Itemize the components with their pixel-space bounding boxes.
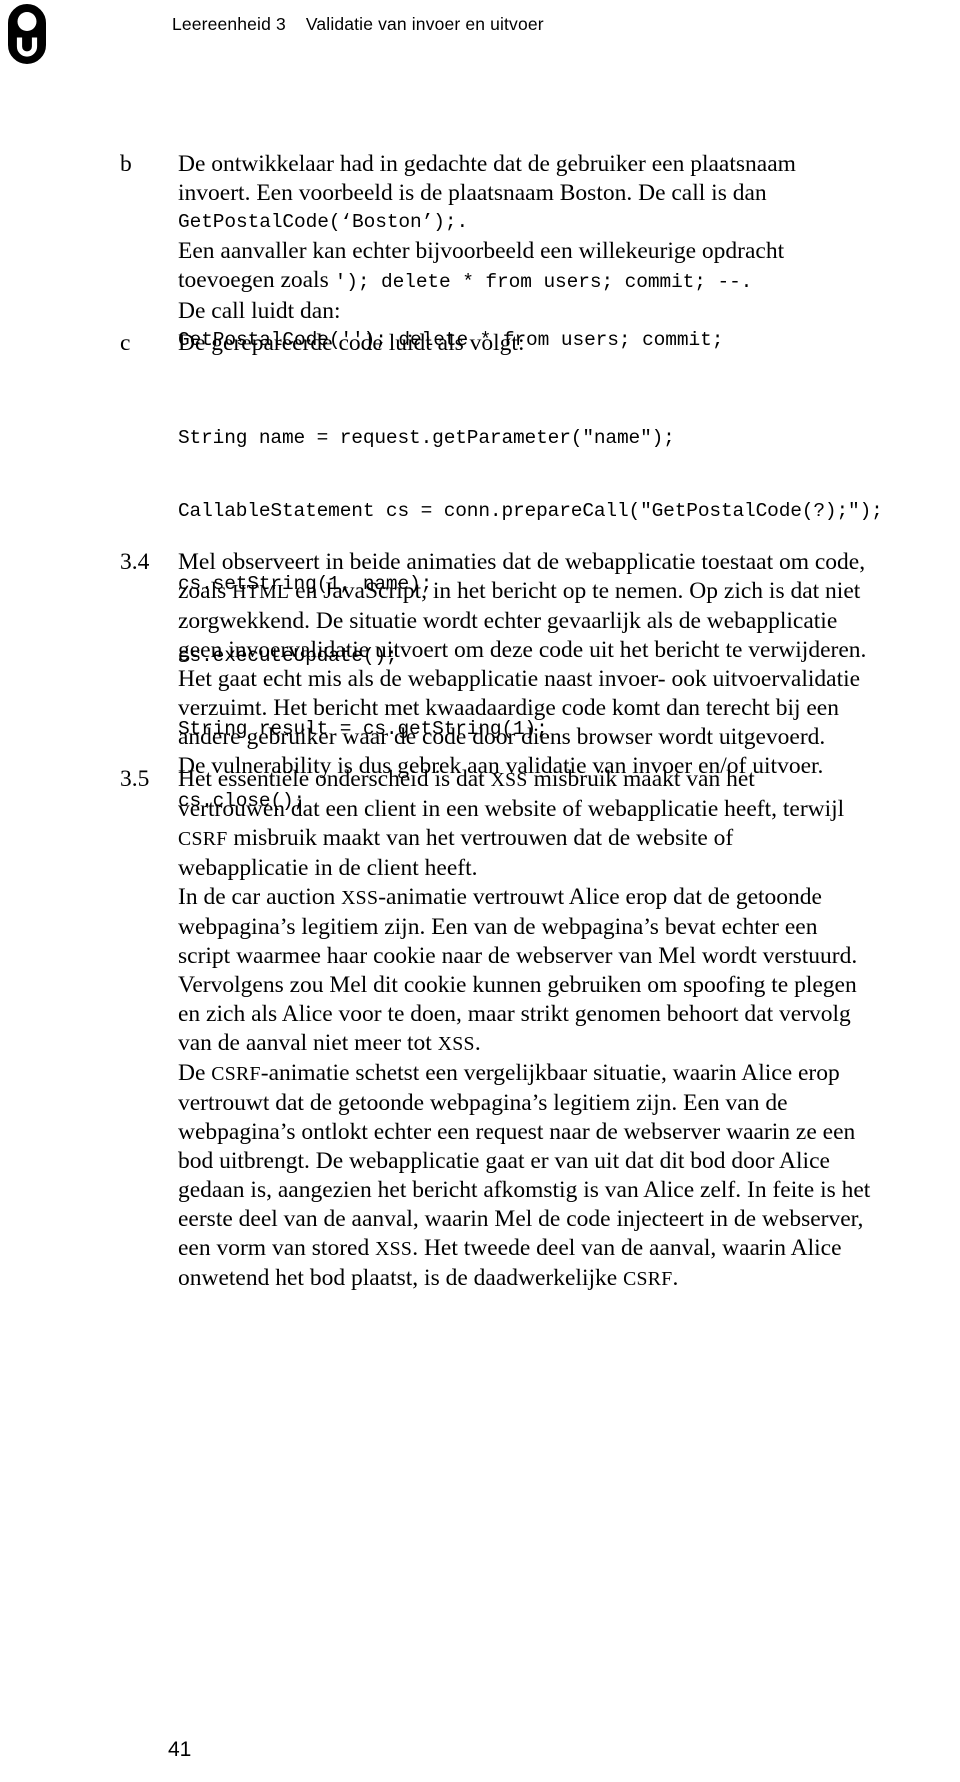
text-fragment: . xyxy=(672,1265,679,1291)
page-header: Leereenheid 3 Validatie van invoer en ui… xyxy=(0,0,960,70)
code-line: String name = request.getParameter("name… xyxy=(178,427,675,450)
text-line: webpagina’s legitiem zijn. Een van de we… xyxy=(178,914,818,940)
list-item-3-5: 3.5 Het essentiële onderscheid is dat XS… xyxy=(120,765,920,1294)
text-line-mixed: Het essentiële onderscheid is dat XSS mi… xyxy=(178,765,920,795)
text-line: geen invoervalidatie uitvoert om deze co… xyxy=(178,637,867,663)
running-header-title: Leereenheid 3 Validatie van invoer en ui… xyxy=(172,14,544,34)
text-line-mixed: De CSRF-animatie schetst een vergelijkba… xyxy=(178,1059,920,1089)
list-item-c-body: De gerepareerde code luidt als volgt: xyxy=(178,329,920,358)
text-line-mixed: een vorm van stored XSS. Het tweede deel… xyxy=(178,1234,920,1264)
text-line: gedaan is, aangezien het bericht afkomst… xyxy=(178,1177,871,1203)
text-line: De call luidt dan: xyxy=(178,298,341,324)
text-fragment: In de car auction xyxy=(178,884,342,910)
list-marker-3-5: 3.5 xyxy=(120,766,150,792)
text-line: en zich als Alice voor te doen, maar str… xyxy=(178,1001,851,1027)
text-line: zorgwekkend. De situatie wordt echter ge… xyxy=(178,608,838,634)
open-universiteit-logo-icon xyxy=(8,4,46,64)
text-fragment: van de aanval niet meer tot xyxy=(178,1030,438,1056)
text-line: webpagina’s ontlokt echter een request n… xyxy=(178,1119,856,1145)
text-line: verzuimt. Het bericht met kwaadaardige c… xyxy=(178,695,839,721)
text-line-mixed: onwetend het bod plaatst, is de daadwerk… xyxy=(178,1264,920,1294)
list-item-b-body: De ontwikkelaar had in gedachte dat de g… xyxy=(178,150,920,355)
text-fragment: -animatie schetst een vergelijkbaar situ… xyxy=(260,1060,840,1086)
text-fragment: misbruik maakt van het vertrouwen dat de… xyxy=(227,825,734,851)
text-line: bod uitbrengt. De webapplicatie gaat er … xyxy=(178,1148,830,1174)
list-item-b: b De ontwikkelaar had in gedachte dat de… xyxy=(120,150,920,355)
text-line-mixed: zoals HTML en JavaScript, in het bericht… xyxy=(178,577,920,607)
text-fragment: -animatie vertrouwt Alice erop dat de ge… xyxy=(378,884,822,910)
list-marker-3-4: 3.4 xyxy=(120,549,150,575)
list-marker-b: b xyxy=(120,151,132,177)
code-inline-sql-injection: '); delete * from users; commit; --. xyxy=(334,271,753,293)
text-line: vertrouwt dat de getoonde webpagina’s le… xyxy=(178,1090,788,1116)
text-fragment: Het essentiële onderscheid is dat xyxy=(178,766,491,792)
smallcaps-xss: XSS xyxy=(341,887,379,909)
text-line: webapplicatie in de client heeft. xyxy=(178,855,478,881)
text-line: script waarmee haar cookie naar de webse… xyxy=(178,943,858,969)
code-inline-getpostalcode-boston: GetPostalCode(‘Boston’);. xyxy=(178,211,469,233)
text-line: eerste deel van de aanval, waarin Mel de… xyxy=(178,1206,864,1232)
smallcaps-csrf: CSRF xyxy=(178,828,228,850)
text-fragment: misbruik maakt van het xyxy=(527,766,755,792)
list-item-c: c De gerepareerde code luidt als volgt: xyxy=(120,329,920,358)
smallcaps-html: HTML xyxy=(232,581,290,603)
text-fragment: en JavaScript, in het bericht op te neme… xyxy=(289,578,861,604)
text-line-mixed: CSRF misbruik maakt van het vertrouwen d… xyxy=(178,824,920,854)
text-line-mixed: van de aanval niet meer tot XSS. xyxy=(178,1029,920,1059)
page-number: 41 xyxy=(168,1738,192,1761)
text-fragment: . Het tweede deel van de aanval, waarin … xyxy=(412,1235,842,1261)
text-line: De gerepareerde code luidt als volgt: xyxy=(178,330,525,356)
text-fragment: onwetend het bod plaatst, is de daadwerk… xyxy=(178,1265,624,1291)
text-line: Het gaat echt mis als de webapplicatie n… xyxy=(178,666,861,692)
text-fragment: De xyxy=(178,1060,212,1086)
text-fragment: . xyxy=(474,1030,481,1056)
text-line: De ontwikkelaar had in gedachte dat de g… xyxy=(178,151,796,177)
smallcaps-xss: XSS xyxy=(375,1238,413,1260)
text-line: invoert. Een voorbeeld is de plaatsnaam … xyxy=(178,180,767,206)
code-line: CallableStatement cs = conn.prepareCall(… xyxy=(178,500,883,523)
smallcaps-xss: XSS xyxy=(490,769,528,791)
text-line-mixed: In de car auction XSS-animatie vertrouwt… xyxy=(178,883,920,913)
text-line: Vervolgens zou Mel dit cookie kunnen geb… xyxy=(178,972,857,998)
text-line: Mel observeert in beide animaties dat de… xyxy=(178,549,866,575)
list-item-3-4-body: Mel observeert in beide animaties dat de… xyxy=(178,548,920,781)
text-line: vertrouwen dat een client in een website… xyxy=(178,796,845,822)
text-line: Een aanvaller kan echter bijvoorbeeld ee… xyxy=(178,238,785,264)
list-item-3-4: 3.4 Mel observeert in beide animaties da… xyxy=(120,548,920,781)
text-fragment: toevoegen zoals xyxy=(178,267,335,293)
list-item-3-5-body: Het essentiële onderscheid is dat XSS mi… xyxy=(178,765,920,1294)
text-fragment: een vorm van stored xyxy=(178,1235,376,1261)
text-line-mixed: toevoegen zoals '); delete * from users;… xyxy=(178,266,920,297)
smallcaps-csrf: CSRF xyxy=(211,1063,261,1085)
smallcaps-xss: XSS xyxy=(437,1033,475,1055)
smallcaps-csrf: CSRF xyxy=(623,1268,673,1290)
list-marker-c: c xyxy=(120,330,131,356)
text-line: andere gebruiker waar de code door diens… xyxy=(178,724,826,750)
text-fragment: zoals xyxy=(178,578,233,604)
